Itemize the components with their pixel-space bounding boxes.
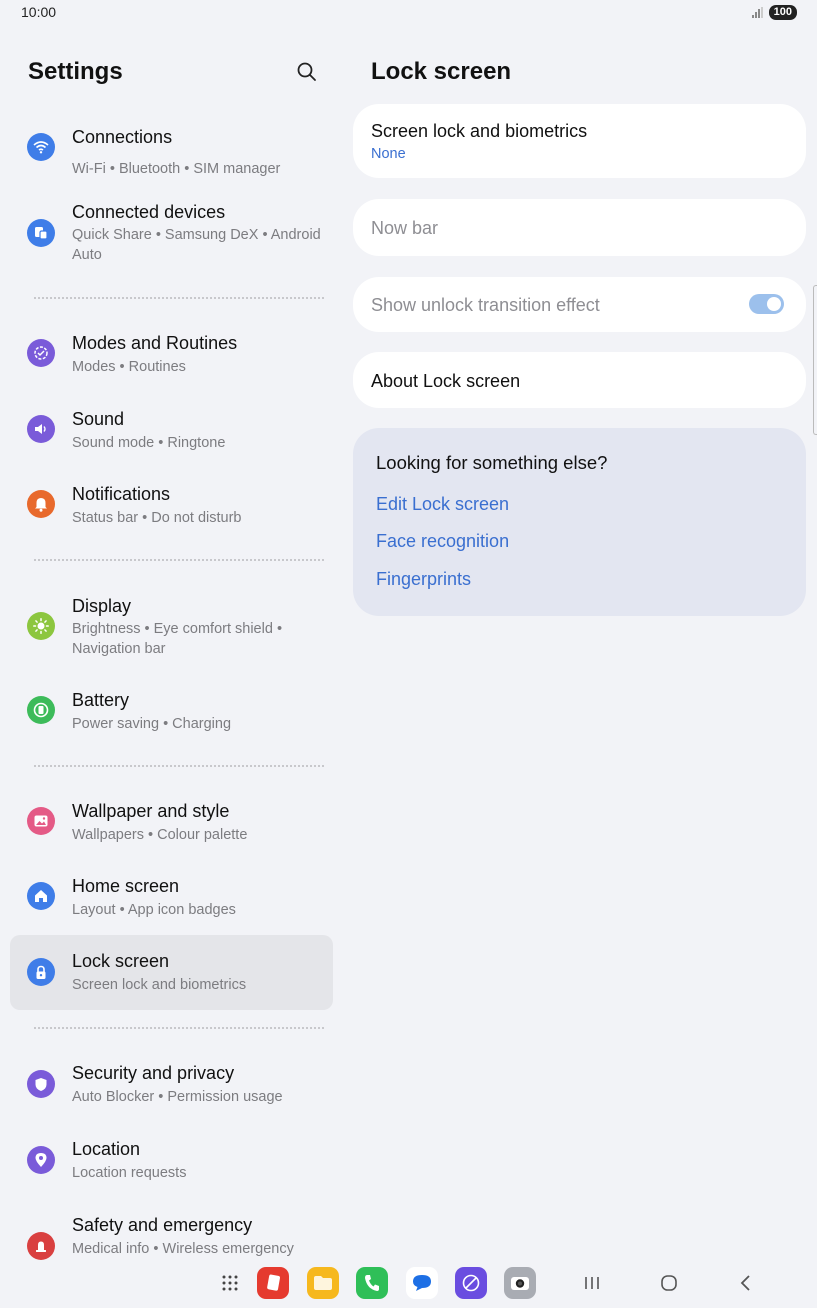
divider: [34, 297, 324, 299]
edge-panel-handle[interactable]: [813, 285, 817, 435]
wifi-icon: [27, 133, 55, 161]
unlock-transition-card[interactable]: Show unlock transition effect: [353, 277, 806, 332]
recents-icon[interactable]: [579, 1270, 605, 1296]
link-fingerprints[interactable]: Fingerprints: [376, 569, 471, 590]
item-title: Home screen: [72, 876, 180, 896]
shield-icon: [27, 1070, 55, 1098]
settings-item-home-screen[interactable]: Home screen Layout • App icon badges: [10, 869, 333, 935]
speaker-icon: [27, 415, 55, 443]
item-subtitle: Screen lock and biometrics: [72, 977, 247, 993]
sun-icon: [27, 612, 55, 640]
signal-icon: [751, 7, 763, 18]
back-icon[interactable]: [733, 1270, 759, 1296]
item-title: Lock screen: [72, 951, 170, 971]
page-title: Settings: [28, 58, 123, 85]
lock-icon: [27, 958, 55, 986]
now-bar-card[interactable]: Now bar: [353, 199, 806, 256]
status-bar: 10:00 100: [0, 0, 817, 26]
search-icon[interactable]: [296, 61, 318, 83]
notes-app-icon[interactable]: [257, 1267, 289, 1299]
messages-app-icon[interactable]: [406, 1267, 438, 1299]
settings-item-notifications[interactable]: Notifications Status bar • Do not distur…: [10, 477, 333, 543]
item-title: Battery: [72, 690, 130, 710]
suggestions-heading: Looking for something else?: [376, 452, 608, 473]
battery-icon: [27, 696, 55, 724]
status-time: 10:00: [21, 4, 57, 20]
divider: [34, 559, 324, 561]
bell-icon: [27, 490, 55, 518]
item-title: Safety and emergency: [72, 1215, 253, 1235]
item-subtitle: Modes • Routines: [72, 359, 186, 375]
settings-item-wallpaper[interactable]: Wallpaper and style Wallpapers • Colour …: [10, 794, 333, 860]
item-title: Connected devices: [72, 202, 226, 222]
item-subtitle: Brightness • Eye comfort shield • Naviga…: [72, 621, 283, 657]
item-subtitle: Wallpapers • Colour palette: [72, 827, 248, 843]
item-subtitle: Power saving • Charging: [72, 716, 232, 732]
settings-item-connections[interactable]: Connections Wi-Fi • Bluetooth • SIM mana…: [10, 120, 333, 186]
link-face-recognition[interactable]: Face recognition: [376, 531, 509, 552]
item-title: Sound: [72, 409, 125, 429]
settings-item-safety-emergency[interactable]: Safety and emergency Medical info • Wire…: [10, 1208, 333, 1260]
item-title: Display: [72, 596, 132, 616]
home-nav-icon[interactable]: [656, 1270, 682, 1296]
settings-item-lock-screen[interactable]: Lock screen Screen lock and biometrics: [10, 935, 333, 1010]
item-subtitle: Quick Share • Samsung DeX • Android Auto: [72, 227, 321, 263]
settings-item-location[interactable]: Location Location requests: [10, 1132, 333, 1198]
item-subtitle: Layout • App icon badges: [72, 902, 236, 918]
item-title: Location: [72, 1139, 141, 1159]
suggestions-panel: Looking for something else? Edit Lock sc…: [353, 428, 806, 616]
item-subtitle: Location requests: [72, 1165, 187, 1181]
settings-item-modes-routines[interactable]: Modes and Routines Modes • Routines: [10, 326, 333, 392]
phone-app-icon[interactable]: [356, 1267, 388, 1299]
battery-level: 100: [768, 5, 797, 20]
card-title: Now bar: [371, 218, 439, 238]
item-subtitle: Status bar • Do not disturb: [72, 510, 242, 526]
home-icon: [27, 882, 55, 910]
divider: [34, 765, 324, 767]
settings-item-battery[interactable]: Battery Power saving • Charging: [10, 682, 333, 748]
emergency-icon: [27, 1232, 55, 1260]
item-title: Modes and Routines: [72, 333, 238, 353]
item-subtitle: Sound mode • Ringtone: [72, 435, 226, 451]
settings-item-sound[interactable]: Sound Sound mode • Ringtone: [10, 402, 333, 468]
item-title: Notifications: [72, 484, 171, 504]
item-subtitle: Wi-Fi • Bluetooth • SIM manager: [72, 161, 281, 177]
card-title: About Lock screen: [371, 371, 521, 391]
unlock-transition-toggle[interactable]: [749, 294, 784, 314]
location-pin-icon: [27, 1146, 55, 1174]
item-subtitle: Medical info • Wireless emergency: [72, 1241, 294, 1257]
files-app-icon[interactable]: [307, 1267, 339, 1299]
screen-lock-biometrics-card[interactable]: Screen lock and biometrics None: [353, 104, 806, 178]
image-icon: [27, 807, 55, 835]
about-lock-screen-card[interactable]: About Lock screen: [353, 352, 806, 408]
detail-title: Lock screen: [371, 58, 512, 85]
card-title: Screen lock and biometrics: [371, 121, 588, 141]
settings-item-security-privacy[interactable]: Security and privacy Auto Blocker • Perm…: [10, 1056, 333, 1122]
apps-grid-icon[interactable]: [214, 1267, 246, 1299]
browser-app-icon[interactable]: [455, 1267, 487, 1299]
item-title: Wallpaper and style: [72, 801, 230, 821]
link-edit-lock-screen[interactable]: Edit Lock screen: [376, 494, 509, 515]
devices-icon: [27, 219, 55, 247]
card-value: None: [371, 146, 406, 162]
item-title: Connections: [72, 127, 173, 147]
item-subtitle: Auto Blocker • Permission usage: [72, 1089, 283, 1105]
taskbar: [0, 1266, 817, 1302]
status-right: 100: [751, 5, 797, 20]
settings-item-display[interactable]: Display Brightness • Eye comfort shield …: [10, 588, 333, 666]
divider: [34, 1027, 324, 1029]
camera-app-icon[interactable]: [504, 1267, 536, 1299]
card-title: Show unlock transition effect: [371, 295, 600, 315]
item-title: Security and privacy: [72, 1063, 235, 1083]
routine-icon: [27, 339, 55, 367]
settings-item-connected-devices[interactable]: Connected devices Quick Share • Samsung …: [10, 195, 333, 273]
